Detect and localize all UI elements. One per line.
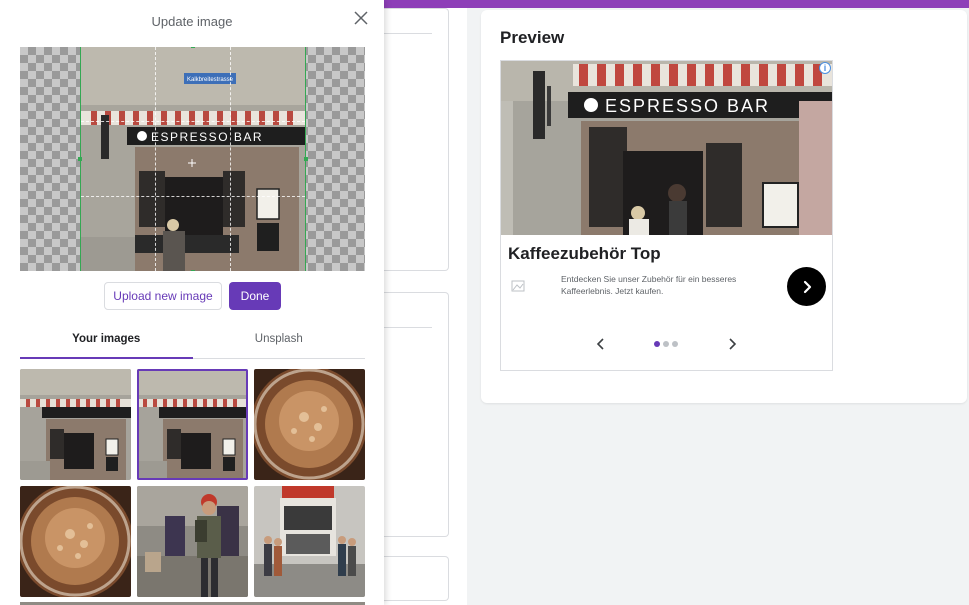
background-form-card-1 [384,8,449,271]
image-thumbnail-coffee-crema[interactable] [20,486,131,597]
panel-title: Update image [151,14,233,29]
crop-guide-line [230,47,231,271]
image-thumbnail-espresso-bar[interactable] [20,369,131,480]
ad-logo-placeholder-icon [511,279,525,293]
image-thumbnail-coffee-crema[interactable] [254,369,365,480]
chevron-right-icon [803,280,811,293]
image-source-tabs: Your images Unsplash [20,325,365,359]
crop-guide-line [81,121,305,122]
crop-guide-line [81,196,305,197]
preview-card: Preview ESPRESSO BAR i Kaffeezubehör Top… [481,10,967,403]
upload-new-image-button[interactable]: Upload new image [104,282,222,310]
close-icon [354,11,368,25]
top-accent-bar [384,0,969,8]
image-thumbnail-food-kiosk[interactable] [254,486,365,597]
crop-guide-line [155,47,156,271]
crop-handle-bottom[interactable] [191,270,195,271]
done-button[interactable]: Done [229,282,281,310]
tab-your-images[interactable]: Your images [20,325,193,359]
carousel-next-button[interactable] [726,336,738,352]
background-form-card-2 [384,292,449,537]
preview-title: Preview [500,28,565,47]
image-thumbnail-espresso-bar-selected[interactable] [137,369,248,480]
chevron-right-icon [729,338,737,350]
ad-image: ESPRESSO BAR i [501,61,832,235]
chevron-left-icon [596,338,604,350]
ad-description: Entdecken Sie unser Zubehör für ein bess… [561,274,737,296]
ad-preview: ESPRESSO BAR i Kaffeezubehör Top Entdeck [500,60,833,371]
crop-handle-top[interactable] [191,47,195,48]
ad-choices-icon[interactable]: i [819,62,831,74]
crop-handle-right[interactable] [304,157,308,161]
carousel-prev-button[interactable] [595,336,607,352]
close-button[interactable] [354,11,368,25]
carousel-dot[interactable] [672,341,678,347]
update-image-panel: Update image Kalkbreitestrasse ESPRESSO … [0,0,384,605]
crop-handle-left[interactable] [78,157,82,161]
image-thumbnail-street-person[interactable] [137,486,248,597]
crop-frame[interactable] [78,47,308,271]
background-input-field[interactable] [384,556,449,601]
carousel-dot[interactable] [654,341,660,347]
ad-headline: Kaffeezubehör Top [508,244,661,263]
carousel-dot[interactable] [663,341,669,347]
ad-sign-text: ESPRESSO BAR [605,96,770,116]
tab-unsplash[interactable]: Unsplash [193,325,366,358]
carousel-dots [654,341,678,347]
crop-editor[interactable]: Kalkbreitestrasse ESPRESSO BAR [20,47,365,271]
ad-cta-button[interactable] [787,267,826,306]
crop-center-crosshair-icon [188,154,196,167]
